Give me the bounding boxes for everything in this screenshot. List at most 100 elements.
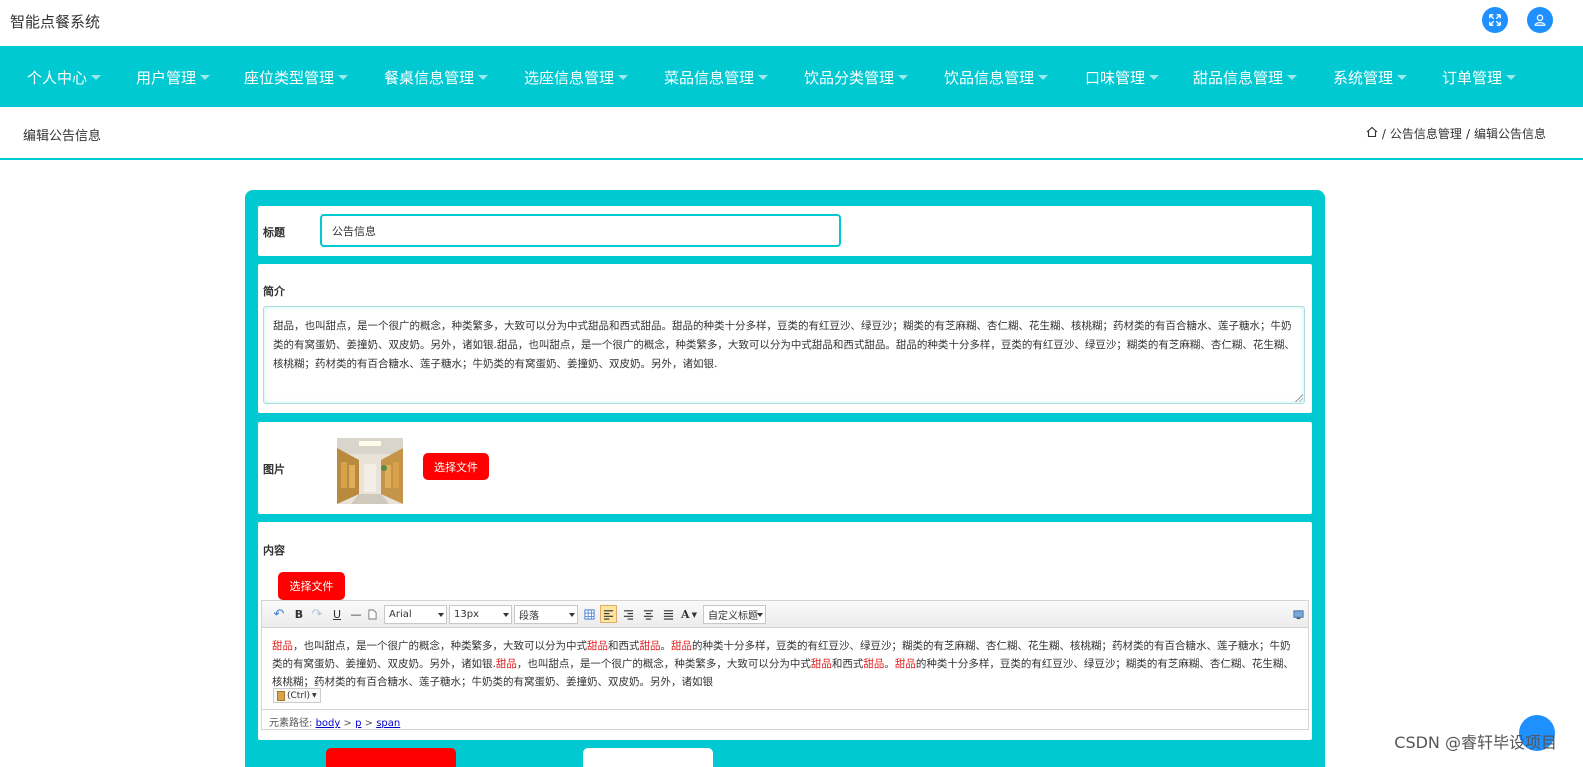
- breadcrumb: / 公告信息管理 / 编辑公告信息: [1366, 125, 1546, 142]
- chevron-down-icon: [478, 75, 489, 80]
- editor-text: 。: [884, 658, 895, 670]
- undo-icon[interactable]: ↶: [272, 605, 286, 623]
- element-path-separator: >: [343, 718, 352, 729]
- element-path-span[interactable]: span: [376, 718, 400, 729]
- redo-icon[interactable]: ↷: [310, 605, 324, 623]
- paste-options-button[interactable]: (Ctrl) ▼: [273, 688, 321, 703]
- page-header: 编辑公告信息 / 公告信息管理 / 编辑公告信息: [0, 107, 1583, 160]
- table-icon[interactable]: [582, 605, 596, 623]
- content-label: 内容: [263, 544, 285, 557]
- summary-textarea[interactable]: 甜品，也叫甜点，是一个很广的概念，种类繁多，大致可以分为中式甜品和西式甜品。甜品…: [263, 306, 1305, 404]
- underline-icon[interactable]: U: [330, 605, 344, 623]
- nav-item-drinks[interactable]: 饮品信息管理: [944, 67, 1049, 88]
- editor-text: 。: [660, 640, 672, 652]
- rich-text-editor: ↶ B ↷ U — Arial 13px 段落 A ▼ 自定义标题 甜品，也叫甜…: [261, 600, 1309, 730]
- breadcrumb-separator: /: [1381, 126, 1386, 141]
- app-title: 智能点餐系统: [10, 13, 101, 31]
- align-left-icon[interactable]: [600, 605, 617, 623]
- chevron-down-icon: [1397, 75, 1408, 80]
- bold-icon[interactable]: B: [292, 605, 306, 623]
- nav-item-label: 选座信息管理: [524, 69, 615, 87]
- element-path-bar: 元素路径: body > p > span: [262, 709, 1308, 729]
- fullscreen-icon[interactable]: [1291, 605, 1305, 623]
- align-center-icon[interactable]: [641, 605, 655, 623]
- nav-item-desserts[interactable]: 甜品信息管理: [1193, 67, 1298, 88]
- title-input[interactable]: [320, 214, 841, 247]
- highlighted-text: 甜品: [495, 658, 517, 670]
- nav-item-users[interactable]: 用户管理: [136, 67, 211, 88]
- highlighted-text: 甜品: [894, 658, 916, 670]
- highlighted-text: 甜品: [863, 658, 885, 670]
- top-bar: 智能点餐系统: [0, 0, 1583, 46]
- chevron-down-icon: [758, 75, 769, 80]
- chevron-down-icon: [338, 75, 349, 80]
- choose-image-file-button[interactable]: 选择文件: [423, 453, 489, 480]
- editor-content-area[interactable]: 甜品，也叫甜点，是一个很广的概念，种类繁多，大致可以分为中式甜品和西式甜品。甜品…: [262, 629, 1308, 709]
- font-size-select[interactable]: 13px: [449, 605, 512, 624]
- nav-item-profile[interactable]: 个人中心: [27, 67, 102, 88]
- image-row: 图片 选择文件: [258, 422, 1312, 514]
- element-path-body[interactable]: body: [316, 718, 341, 729]
- paragraph-value: 段落: [519, 611, 539, 622]
- nav-item-label: 个人中心: [27, 69, 88, 87]
- editor-text: ，也叫甜点，是一个很广的概念，种类繁多，大致可以分为中式: [516, 658, 811, 670]
- watermark: CSDN @睿轩毕设项目: [1394, 733, 1557, 752]
- nav-item-label: 甜品信息管理: [1193, 69, 1284, 87]
- breadcrumb-item-current: 编辑公告信息: [1473, 127, 1546, 141]
- align-right-icon[interactable]: [621, 605, 635, 623]
- font-family-select[interactable]: Arial: [384, 605, 447, 624]
- chevron-down-icon: [91, 75, 102, 80]
- nav-item-label: 系统管理: [1333, 69, 1394, 87]
- resize-handle-icon[interactable]: [1295, 394, 1303, 402]
- justify-icon[interactable]: [661, 605, 675, 623]
- nav-item-orders[interactable]: 订单管理: [1442, 67, 1517, 88]
- nav-item-label: 口味管理: [1085, 69, 1146, 87]
- page-title: 编辑公告信息: [23, 129, 102, 144]
- font-color-icon[interactable]: A ▼: [679, 605, 699, 623]
- chevron-down-icon: [898, 75, 909, 80]
- summary-row: 简介 甜品，也叫甜点，是一个很广的概念，种类繁多，大致可以分为中式甜品和西式甜品…: [258, 264, 1312, 413]
- nav-item-label: 菜品信息管理: [664, 69, 755, 87]
- chevron-down-icon: [1149, 75, 1160, 80]
- editor-text: 和西式: [608, 640, 640, 652]
- home-icon[interactable]: [1366, 126, 1378, 141]
- font-color-glyph: A: [681, 607, 690, 621]
- uploaded-image-thumbnail: [337, 438, 403, 504]
- nav-item-drink-categories[interactable]: 饮品分类管理: [804, 67, 909, 88]
- custom-heading-value: 自定义标题: [708, 611, 758, 622]
- font-family-value: Arial: [389, 609, 412, 620]
- breadcrumb-separator: /: [1465, 126, 1470, 141]
- nav-item-tables[interactable]: 餐桌信息管理: [384, 67, 489, 88]
- clipboard-icon: [277, 690, 285, 701]
- summary-text: 甜品，也叫甜点，是一个很广的概念，种类繁多，大致可以分为中式甜品和西式甜品。甜品…: [273, 320, 1295, 370]
- chevron-down-icon: [1506, 75, 1517, 80]
- horizontal-rule-icon[interactable]: —: [349, 605, 363, 623]
- breadcrumb-item-announcements[interactable]: 公告信息管理: [1390, 125, 1462, 142]
- cancel-button[interactable]: [583, 748, 713, 767]
- nav-item-label: 饮品信息管理: [944, 69, 1035, 87]
- nav-item-seat-types[interactable]: 座位类型管理: [244, 67, 349, 88]
- nav-item-flavors[interactable]: 口味管理: [1085, 67, 1160, 88]
- image-label: 图片: [263, 463, 285, 476]
- nav-item-label: 订单管理: [1442, 69, 1503, 87]
- custom-heading-select[interactable]: 自定义标题: [703, 605, 766, 624]
- highlighted-text: 甜品: [810, 658, 832, 670]
- editor-toolbar: ↶ B ↷ U — Arial 13px 段落 A ▼ 自定义标题: [262, 601, 1308, 628]
- highlighted-text: 甜品: [639, 640, 661, 652]
- nav-item-dishes[interactable]: 菜品信息管理: [664, 67, 769, 88]
- choose-content-file-button[interactable]: 选择文件: [278, 572, 345, 600]
- nav-item-system[interactable]: 系统管理: [1333, 67, 1408, 88]
- element-path-p[interactable]: p: [355, 718, 361, 729]
- element-path-separator: >: [364, 718, 373, 729]
- submit-button[interactable]: [326, 748, 456, 767]
- nav-item-seat-selection[interactable]: 选座信息管理: [524, 67, 629, 88]
- edit-form: 标题 简介 甜品，也叫甜点，是一个很广的概念，种类繁多，大致可以分为中式甜品和西…: [245, 190, 1325, 767]
- paragraph-select[interactable]: 段落: [514, 605, 578, 624]
- user-icon[interactable]: [1527, 7, 1553, 33]
- paste-hint-text: (Ctrl): [287, 690, 311, 701]
- title-row: 标题: [258, 206, 1312, 256]
- chevron-down-icon: [618, 75, 629, 80]
- expand-icon[interactable]: [1482, 7, 1508, 33]
- new-document-icon[interactable]: [366, 605, 378, 623]
- nav-item-label: 用户管理: [136, 69, 197, 87]
